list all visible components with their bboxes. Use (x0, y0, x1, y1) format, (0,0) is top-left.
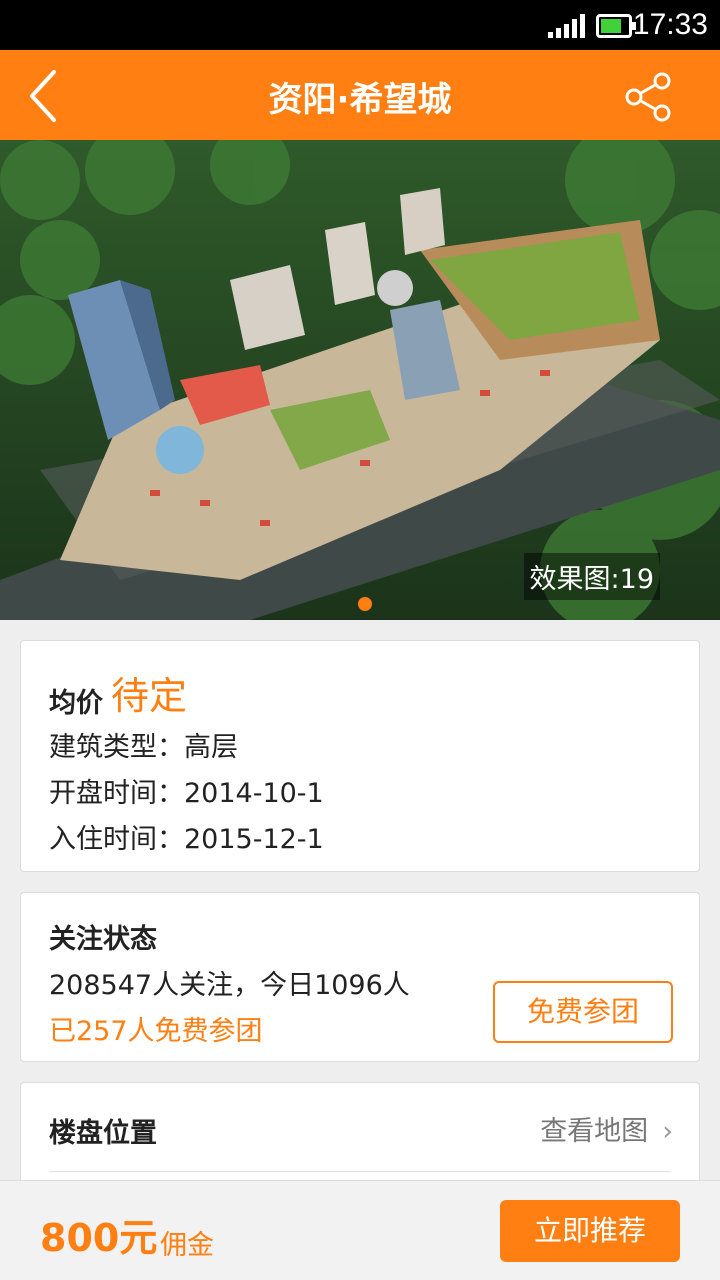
commission-amount: 800元 (40, 1216, 158, 1260)
development-rendering-image (0, 140, 720, 620)
view-map-link[interactable]: 查看地图 › (540, 1109, 673, 1148)
share-button[interactable] (622, 70, 676, 124)
status-bar: 17:33 (0, 0, 720, 50)
battery-icon (596, 14, 636, 38)
location-title: 楼盘位置 (49, 1118, 157, 1149)
share-icon (625, 72, 671, 122)
recommend-now-button[interactable]: 立即推荐 (500, 1200, 680, 1262)
follow-status-title: 关注状态 (49, 924, 157, 955)
divider (49, 1171, 671, 1172)
price-value: 待定 (111, 674, 188, 718)
opening-date: 开盘时间：2014-10-1 (49, 778, 324, 809)
title-bar: 资阳·希望城 (0, 50, 720, 140)
page-title: 资阳·希望城 (268, 80, 452, 120)
commission-label: 佣金 (160, 1230, 214, 1261)
carousel-dot-active[interactable] (358, 597, 372, 611)
joined-count: 已257人免费参团 (49, 1016, 263, 1047)
price-info-card: 均价 待定 建筑类型：高层 开盘时间：2014-10-1 入住时间：2015-1… (20, 640, 700, 872)
join-group-button[interactable]: 免费参团 (493, 981, 673, 1043)
bottom-action-bar: 800元 佣金 立即推荐 (0, 1180, 720, 1280)
followers-count: 208547人关注，今日1096人 (49, 970, 410, 1001)
follow-status-card: 关注状态 208547人关注，今日1096人 已257人免费参团 免费参团 (20, 892, 700, 1062)
image-count-caption: 效果图:19 (523, 553, 660, 600)
view-map-label: 查看地图 (540, 1116, 649, 1147)
price-label: 均价 (49, 688, 103, 719)
building-type: 建筑类型：高层 (49, 732, 238, 763)
hero-image-carousel[interactable]: 效果图:19 (0, 140, 720, 620)
chevron-right-icon: › (662, 1116, 673, 1147)
move-in-date: 入住时间：2015-12-1 (49, 824, 324, 855)
status-time: 17:33 (632, 8, 708, 41)
signal-icon (548, 14, 585, 38)
